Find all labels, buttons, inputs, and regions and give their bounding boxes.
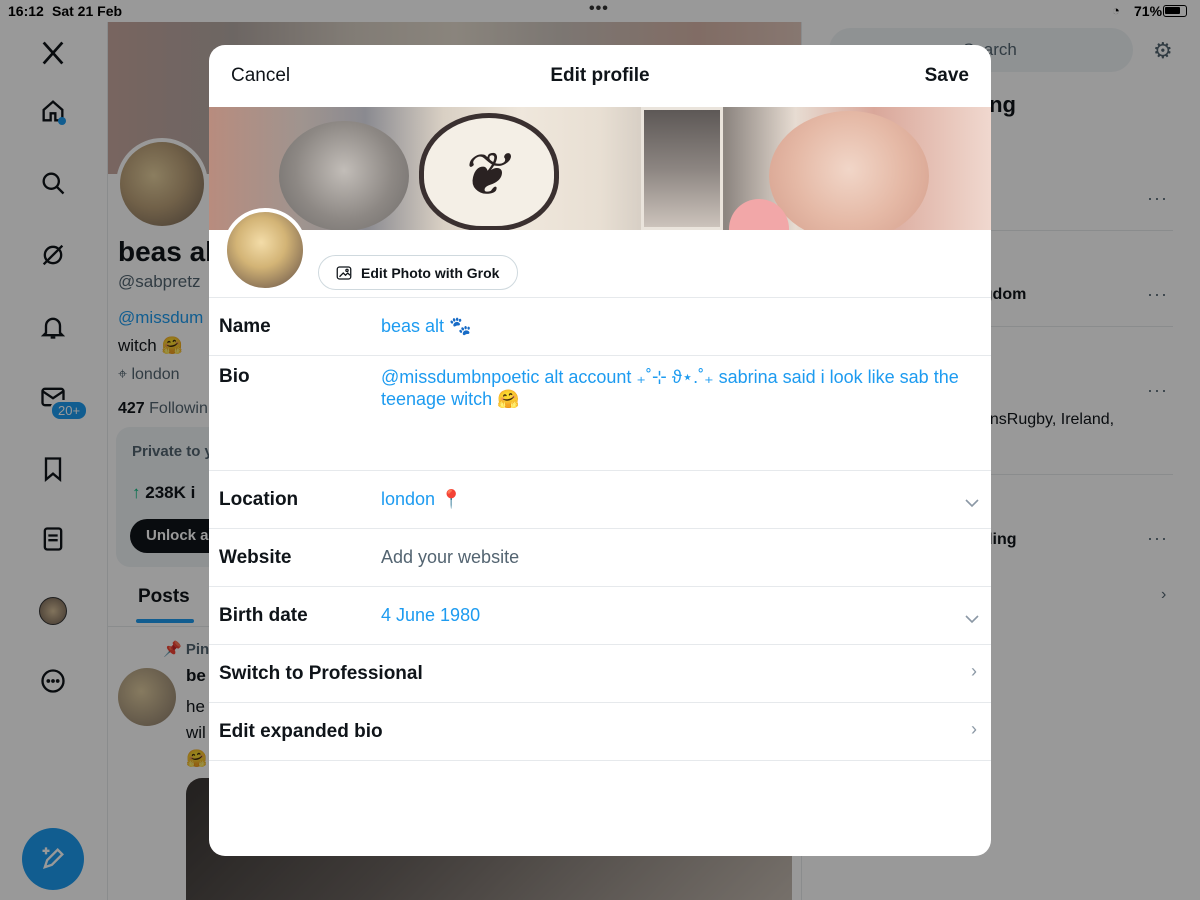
bio-row[interactable]: Bio @missdumbnpoetic alt account ₊˚⊹ ϑ⋆.… — [209, 355, 991, 470]
banner-cat-photo — [279, 121, 409, 230]
modal-title: Edit profile — [550, 65, 650, 86]
cancel-button[interactable]: Cancel — [231, 65, 290, 87]
name-field[interactable]: beas alt 🐾 — [381, 316, 471, 337]
edit-expanded-bio-label: Edit expanded bio — [219, 721, 383, 742]
location-label: Location — [219, 489, 299, 510]
chevron-down-icon[interactable] — [965, 611, 979, 624]
website-field[interactable]: Add your website — [381, 547, 519, 568]
divider — [209, 760, 991, 761]
avatar[interactable] — [223, 208, 307, 292]
bio-label: Bio — [219, 366, 250, 387]
banner-crest: ❦ — [419, 113, 559, 230]
edit-expanded-bio-row[interactable]: Edit expanded bio › — [209, 702, 991, 760]
grok-button-label: Edit Photo with Grok — [361, 264, 500, 281]
website-label: Website — [219, 547, 292, 568]
banner-image[interactable]: ❦ — [209, 107, 991, 230]
banner-portrait — [769, 111, 929, 230]
name-label: Name — [219, 316, 271, 337]
website-row[interactable]: Website Add your website — [209, 528, 991, 586]
chevron-down-icon[interactable] — [965, 495, 979, 508]
birthdate-field[interactable]: 4 June 1980 — [381, 605, 480, 626]
location-row[interactable]: Location london 📍 — [209, 470, 991, 528]
location-field[interactable]: london 📍 — [381, 489, 462, 510]
modal-header: Edit profile Cancel Save — [209, 45, 991, 107]
birthdate-row[interactable]: Birth date 4 June 1980 — [209, 586, 991, 644]
name-row[interactable]: Name beas alt 🐾 — [209, 297, 991, 355]
banner-photo-strip — [641, 107, 723, 230]
save-button[interactable]: Save — [925, 65, 969, 87]
edit-profile-modal: Edit profile Cancel Save ❦ Edit Photo wi… — [209, 45, 991, 856]
image-edit-icon — [336, 265, 352, 280]
bio-field[interactable]: @missdumbnpoetic alt account ₊˚⊹ ϑ⋆.˚₊ s… — [381, 366, 981, 410]
chevron-right-icon: › — [971, 719, 977, 739]
edit-photo-grok-button[interactable]: Edit Photo with Grok — [318, 255, 519, 290]
birthdate-label: Birth date — [219, 605, 308, 626]
chevron-right-icon: › — [971, 661, 977, 681]
switch-professional-label: Switch to Professional — [219, 663, 423, 684]
switch-professional-row[interactable]: Switch to Professional › — [209, 644, 991, 702]
